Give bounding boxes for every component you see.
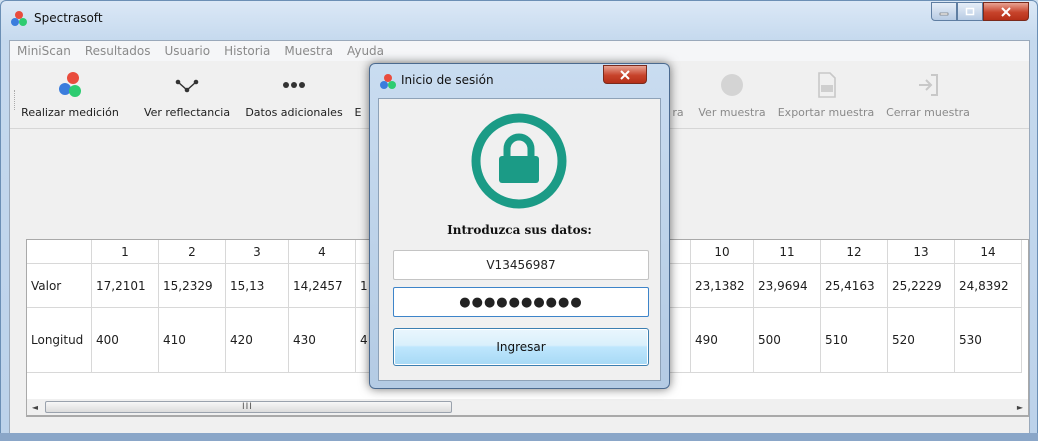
column-header[interactable]: 2 [158,240,226,264]
ver-muestra-button[interactable]: Ver muestra [692,62,772,126]
menu-muestra[interactable]: Muestra [277,41,340,61]
dialog-close-button[interactable] [603,65,647,84]
table-cell[interactable]: 530 [954,307,1022,373]
partial-tool-button[interactable]: E [350,62,366,126]
menu-historia[interactable]: Historia [217,41,277,61]
tool-label: Datos adicionales [245,106,343,119]
column-header[interactable]: 1 [91,240,159,264]
table-cell[interactable]: 510 [820,307,888,373]
cerrar-muestra-button[interactable]: Cerrar muestra [880,62,976,126]
scroll-grip: III [242,402,253,412]
table-cell[interactable]: 24,8392 [954,263,1022,308]
login-dialog: Inicio de sesión Introduzca sus datos: I… [369,63,670,389]
table-cell[interactable]: 490 [690,307,754,373]
column-header[interactable]: 12 [820,240,888,264]
maximize-icon [965,7,975,15]
table-cell[interactable]: 14,2457 [288,263,356,308]
tool-label: Cerrar muestra [886,106,970,119]
horizontal-scrollbar[interactable]: ◄ III ► [26,399,1029,416]
menu-resultados[interactable]: Resultados [78,41,158,61]
column-header[interactable]: 4 [288,240,356,264]
dialog-body: Introduzca sus datos: Ingresar [378,98,661,381]
logout-icon [919,74,938,96]
table-cell[interactable]: 23,1382 [690,263,754,308]
table-cell[interactable]: 25,2229 [887,263,955,308]
tool-label: Ver muestra [698,106,766,119]
close-icon [620,69,630,80]
table-cell[interactable]: 15,2329 [158,263,226,308]
toolbar-grip[interactable] [14,90,17,110]
table-cell[interactable]: 420 [225,307,289,373]
table-cell[interactable]: 25,4163 [820,263,888,308]
table-corner [27,240,92,264]
scroll-thumb[interactable]: III [45,401,452,413]
scroll-right-icon[interactable]: ► [1012,399,1028,415]
password-input[interactable] [393,287,649,317]
circle-icon [721,74,743,96]
close-icon [1001,6,1011,17]
username-input[interactable] [393,250,649,280]
main-window: Spectrasoft MiniScan Resultados Usuario … [0,0,1038,441]
table-cell[interactable]: 15,13 [225,263,289,308]
window-title: Spectrasoft [34,11,103,25]
menu-miniscan[interactable]: MiniScan [10,41,78,61]
column-header[interactable]: 14 [954,240,1022,264]
menu-ayuda[interactable]: Ayuda [340,41,391,61]
table-cell[interactable]: 400 [91,307,159,373]
realizar-medicion-button[interactable]: Realizar medición [20,62,120,126]
dialog-title: Inicio de sesión [401,73,494,87]
column-header[interactable]: 11 [753,240,821,264]
table-cell[interactable]: 430 [288,307,356,373]
scroll-left-icon[interactable]: ◄ [27,399,43,415]
table-cell[interactable]: 500 [753,307,821,373]
column-header[interactable]: 3 [225,240,289,264]
column-header[interactable]: 10 [690,240,754,264]
column-header[interactable]: 13 [887,240,955,264]
maximize-button[interactable] [957,2,983,21]
ver-reflectancia-button[interactable]: Ver reflectancia [138,62,236,126]
menu-usuario[interactable]: Usuario [157,41,217,61]
exportar-muestra-button[interactable]: Exportar muestra [776,62,876,126]
table-cell[interactable]: 23,9694 [753,263,821,308]
table-cell[interactable]: 17,2101 [91,263,159,308]
lock-icon [471,113,567,209]
close-button[interactable] [983,2,1029,21]
tool-label: E [354,106,362,119]
minimize-button[interactable] [931,2,957,21]
row-header[interactable]: Longitud [27,307,92,373]
table-cell[interactable]: 410 [158,307,226,373]
app-logo-icon [11,11,27,26]
line-chart-icon [175,79,199,93]
login-prompt: Introduzca sus datos: [447,223,592,237]
title-bar[interactable]: Spectrasoft [1,1,1037,35]
more-dots-icon [283,82,305,88]
color-dots-icon [59,72,81,97]
ingresar-button[interactable]: Ingresar [393,328,649,366]
export-file-icon [818,72,836,98]
tool-label: Ver reflectancia [143,106,231,119]
taskbar-strip [0,433,1038,441]
tool-label: Realizar medición [21,106,119,119]
window-controls [931,2,1029,22]
datos-adicionales-button[interactable]: Datos adicionales [244,62,344,126]
minimize-icon [939,12,949,15]
row-header[interactable]: Valor [27,263,92,308]
app-logo-icon [380,74,396,89]
table-cell[interactable]: 520 [887,307,955,373]
menu-bar: MiniScan Resultados Usuario Historia Mue… [10,41,1029,61]
tool-label: Exportar muestra [777,106,875,119]
